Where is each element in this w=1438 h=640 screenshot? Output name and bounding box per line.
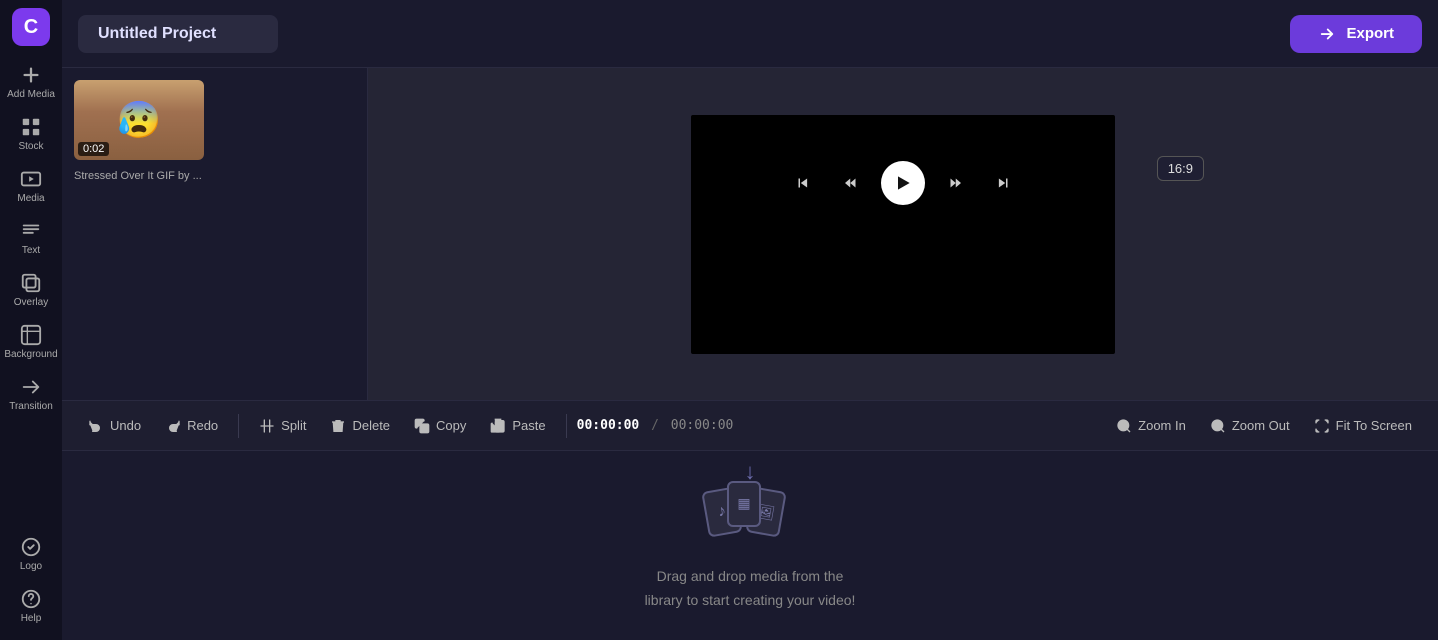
sidebar-item-stock[interactable]: Stock	[0, 108, 62, 160]
sidebar-label-stock: Stock	[18, 141, 43, 152]
transition-icon	[20, 376, 42, 398]
play-pause-button[interactable]	[881, 161, 925, 205]
sidebar-item-help[interactable]: Help	[0, 580, 62, 632]
delete-label: Delete	[352, 418, 390, 433]
rewind-icon	[842, 174, 860, 192]
zoom-in-button[interactable]: Zoom In	[1106, 412, 1196, 440]
sidebar-label-text: Text	[22, 245, 40, 256]
toolbar-separator-2	[566, 414, 567, 438]
rewind-button[interactable]	[833, 165, 869, 201]
media-icon	[20, 168, 42, 190]
delete-button[interactable]: Delete	[320, 412, 400, 440]
timeline-empty-message: Drag and drop media from the library to …	[645, 565, 856, 613]
split-button[interactable]: Split	[249, 412, 316, 440]
sidebar-label-add-media: Add Media	[7, 89, 55, 100]
preview-area: 16:9	[368, 68, 1438, 400]
zoom-out-button[interactable]: Zoom Out	[1200, 412, 1300, 440]
bottom-section: Undo Redo Split Delete Copy Paste	[62, 400, 1438, 640]
video-preview	[691, 115, 1115, 354]
plus-icon	[20, 64, 42, 86]
aspect-ratio-badge: 16:9	[1157, 156, 1204, 181]
sidebar-item-logo[interactable]: Logo	[0, 528, 62, 580]
skip-start-icon	[794, 174, 812, 192]
topbar: Untitled Project Export	[62, 0, 1438, 68]
timeline-empty-line1: Drag and drop media from the	[657, 568, 844, 584]
zoom-out-label: Zoom Out	[1232, 418, 1290, 433]
paste-label: Paste	[512, 418, 545, 433]
sidebar-label-media: Media	[17, 193, 44, 204]
paste-button[interactable]: Paste	[480, 412, 555, 440]
export-button[interactable]: Export	[1290, 15, 1422, 53]
thumbnail-duration: 0:02	[78, 142, 109, 156]
sidebar-item-add-media[interactable]: Add Media	[0, 56, 62, 108]
split-label: Split	[281, 418, 306, 433]
main-content: Untitled Project Export 0:02 Stressed Ov…	[62, 0, 1438, 640]
timecode-current: 00:00:00	[577, 418, 640, 433]
fit-to-screen-label: Fit To Screen	[1336, 418, 1412, 433]
copy-button[interactable]: Copy	[404, 412, 476, 440]
skip-to-end-button[interactable]	[985, 165, 1021, 201]
content-area: 0:02 Stressed Over It GIF by ... 16:9	[62, 68, 1438, 400]
export-label: Export	[1346, 25, 1394, 42]
sidebar-item-overlay[interactable]: Overlay	[0, 264, 62, 316]
zoom-out-icon	[1210, 418, 1226, 434]
undo-label: Undo	[110, 418, 141, 433]
undo-icon	[88, 418, 104, 434]
fit-to-screen-button[interactable]: Fit To Screen	[1304, 412, 1422, 440]
background-icon	[20, 324, 42, 346]
media-item-label: Stressed Over It GIF by ...	[74, 170, 204, 182]
export-arrow-icon	[1318, 25, 1336, 43]
sidebar-item-transition[interactable]: Transition	[0, 368, 62, 420]
timeline: ↓ ♪ ▦ 🖼 Drag and drop media from the lib…	[62, 451, 1438, 640]
fit-to-screen-icon	[1314, 418, 1330, 434]
play-icon	[893, 173, 913, 193]
skip-to-start-button[interactable]	[785, 165, 821, 201]
split-icon	[259, 418, 275, 434]
timecode-total: 00:00:00	[671, 418, 734, 433]
logo-letter: C	[24, 16, 38, 39]
undo-button[interactable]: Undo	[78, 412, 151, 440]
playback-controls	[785, 161, 1021, 205]
zoom-in-icon	[1116, 418, 1132, 434]
sidebar-item-background[interactable]: Background	[0, 316, 62, 368]
sidebar-label-background: Background	[4, 349, 57, 360]
help-icon	[20, 588, 42, 610]
redo-icon	[165, 418, 181, 434]
media-thumbnail-stressed-gif[interactable]: 0:02	[74, 80, 204, 160]
copy-label: Copy	[436, 418, 466, 433]
logo-icon	[20, 536, 42, 558]
media-panel: 0:02 Stressed Over It GIF by ...	[62, 68, 368, 400]
stock-icon	[20, 116, 42, 138]
toolbar: Undo Redo Split Delete Copy Paste	[62, 401, 1438, 451]
text-icon	[20, 220, 42, 242]
sidebar-label-overlay: Overlay	[14, 297, 48, 308]
project-title[interactable]: Untitled Project	[78, 15, 278, 53]
timecode-divider: /	[651, 418, 659, 433]
sidebar-item-text[interactable]: Text	[0, 212, 62, 264]
redo-label: Redo	[187, 418, 218, 433]
toolbar-right: Zoom In Zoom Out Fit To Screen	[1106, 412, 1422, 440]
sidebar-label-help: Help	[21, 613, 42, 624]
paste-icon	[490, 418, 506, 434]
delete-icon	[330, 418, 346, 434]
skip-end-icon	[994, 174, 1012, 192]
card-icon-2: ▦	[727, 481, 761, 527]
sidebar: C Add Media Stock Media Text Overlay Bac…	[0, 0, 62, 640]
fast-forward-icon	[946, 174, 964, 192]
copy-icon	[414, 418, 430, 434]
overlay-icon	[20, 272, 42, 294]
timeline-empty-line2: library to start creating your video!	[645, 592, 856, 608]
media-grid: 0:02 Stressed Over It GIF by ...	[74, 80, 355, 182]
timecode-display: 00:00:00 / 00:00:00	[577, 418, 734, 433]
zoom-in-label: Zoom In	[1138, 418, 1186, 433]
fast-forward-button[interactable]	[937, 165, 973, 201]
sidebar-item-media[interactable]: Media	[0, 160, 62, 212]
redo-button[interactable]: Redo	[155, 412, 228, 440]
toolbar-separator-1	[238, 414, 239, 438]
sidebar-label-logo: Logo	[20, 561, 42, 572]
app-logo[interactable]: C	[12, 8, 50, 46]
sidebar-label-transition: Transition	[9, 401, 53, 412]
timeline-empty-icon: ↓ ♪ ▦ 🖼	[705, 479, 795, 549]
